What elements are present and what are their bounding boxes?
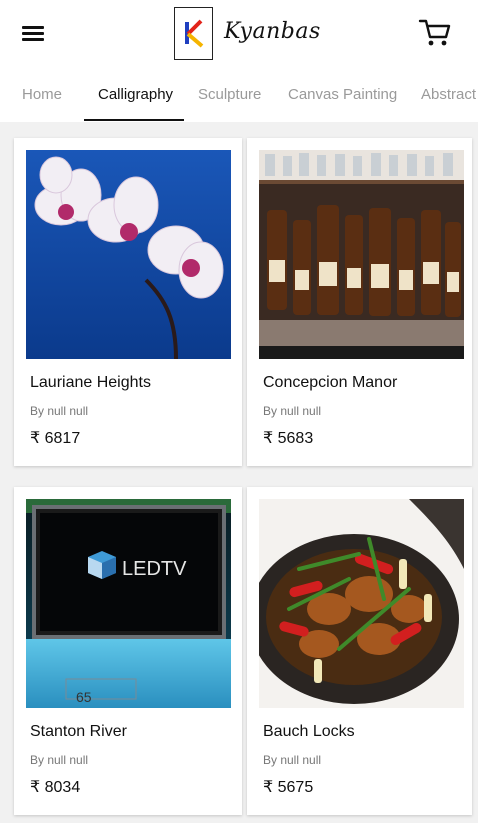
tab-home[interactable]: Home (22, 70, 62, 122)
product-artist: By null null (30, 404, 89, 418)
product-artist: By null null (263, 404, 322, 418)
tab-canvas-painting[interactable]: Canvas Painting (288, 70, 397, 122)
product-price: ₹ 5675 (263, 779, 314, 796)
product-title: Lauriane Heights (30, 374, 151, 391)
product-image-food-pot[interactable] (259, 499, 464, 708)
product-card[interactable]: Lauriane Heights By null null ₹ 6817 (14, 138, 242, 466)
led-tv-text: LEDTV (122, 558, 187, 580)
product-artist: By null null (30, 753, 89, 767)
tv-size-text: 65 (76, 689, 92, 705)
hamburger-menu-icon[interactable] (22, 24, 44, 42)
product-title: Concepcion Manor (263, 374, 398, 391)
brand-logo[interactable]: Kyanbas (174, 7, 321, 61)
shopping-cart-icon[interactable] (418, 18, 452, 48)
product-title: Stanton River (30, 723, 127, 740)
product-price: ₹ 8034 (30, 779, 81, 796)
product-card[interactable]: Concepcion Manor By null null ₹ 5683 (247, 138, 472, 466)
product-image-bottles[interactable] (259, 150, 464, 359)
product-price: ₹ 6817 (30, 430, 81, 447)
tab-calligraphy[interactable]: Calligraphy (98, 70, 173, 122)
active-tab-indicator (84, 119, 184, 121)
tab-abstract[interactable]: Abstract (421, 70, 476, 122)
product-card[interactable]: Bauch Locks By null null ₹ 5675 (247, 487, 472, 815)
category-tabs: Home Calligraphy Sculpture Canvas Painti… (0, 70, 478, 122)
logo-wordmark: Kyanbas (224, 19, 321, 44)
product-image-led-tv[interactable]: LEDTV 65 (26, 499, 231, 708)
product-image-orchid[interactable] (26, 150, 231, 359)
app-header: Kyanbas (0, 0, 478, 70)
product-title: Bauch Locks (263, 723, 355, 740)
logo-mark-icon (174, 7, 213, 60)
product-price: ₹ 5683 (263, 430, 314, 447)
product-artist: By null null (263, 753, 322, 767)
product-card[interactable]: LEDTV 65 Stanton River By null null ₹ 80… (14, 487, 242, 815)
tab-sculpture[interactable]: Sculpture (198, 70, 261, 122)
